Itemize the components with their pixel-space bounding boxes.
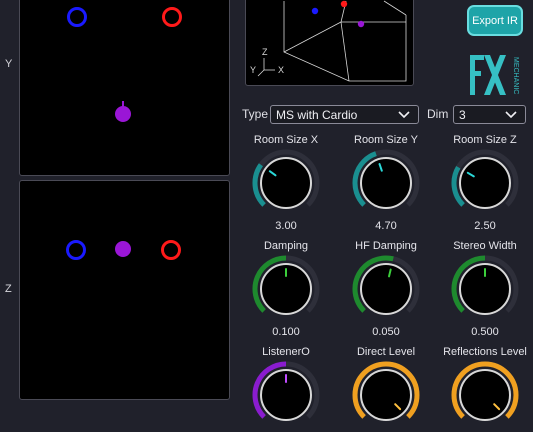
knob-title: Stereo Width: [453, 240, 517, 252]
knob-control: HF Damping 0.050: [336, 240, 436, 338]
brand-logo: MECHANIC: [468, 54, 524, 96]
chevron-down-icon: [505, 111, 517, 119]
knob-dial[interactable]: [252, 361, 320, 429]
knob-control: Stereo Width 0.500: [435, 240, 533, 338]
type-select-value: MS with Cardio: [276, 107, 358, 122]
xz-position-pad[interactable]: [19, 180, 230, 400]
knob-value: 2.50: [474, 220, 496, 232]
logo-side-text: MECHANIC: [512, 57, 519, 94]
xy-position-pad[interactable]: [19, 0, 230, 176]
axis-y-letter: Y: [250, 65, 256, 75]
knob-title: HF Damping: [355, 240, 417, 252]
source-left-dot: [311, 7, 319, 15]
knob-body: [360, 263, 412, 315]
axis-z-letter: Z: [262, 47, 268, 57]
knob-body: [260, 157, 312, 209]
z-axis-label: Z: [5, 283, 12, 295]
listener-marker[interactable]: [115, 106, 131, 122]
knob-control: ListenerO: [236, 346, 336, 432]
knob-control: Direct Level: [336, 346, 436, 432]
knob-title: Reflections Level: [443, 346, 527, 358]
knob-dial[interactable]: [451, 255, 519, 323]
source-right-dot: [340, 0, 348, 8]
knob-control: Room Size Z 2.50: [435, 134, 533, 232]
source-left-marker[interactable]: [66, 240, 86, 260]
knob-value: 0.050: [372, 326, 400, 338]
knob-value: 3.00: [275, 220, 297, 232]
room-3d-view: Z Y X: [245, 0, 414, 86]
source-left-marker[interactable]: [67, 7, 87, 27]
knob-value: 0.500: [471, 326, 499, 338]
knob-body: [459, 157, 511, 209]
knob-dial[interactable]: [252, 255, 320, 323]
type-label: Type: [242, 107, 269, 121]
knob-body: [459, 369, 511, 421]
room-wireframe: Z Y X: [250, 0, 407, 82]
knob-title: Room Size Y: [354, 134, 418, 146]
axis-x-letter: X: [278, 65, 284, 75]
axis-gizmo: [257, 58, 275, 77]
source-right-marker[interactable]: [162, 7, 182, 27]
knob-title: Damping: [263, 240, 309, 252]
knob-body: [360, 157, 412, 209]
knob-title: Room Size Z: [453, 134, 517, 146]
knob-dial[interactable]: [252, 149, 320, 217]
dim-label: Dim: [427, 107, 449, 121]
knob-value: 0.100: [272, 326, 300, 338]
knob-control: Room Size Y 4.70: [336, 134, 436, 232]
dim-select-value: 3: [459, 107, 466, 122]
knob-dial[interactable]: [451, 361, 519, 429]
knob-dial[interactable]: [352, 149, 420, 217]
knob-title: ListenerO: [262, 346, 310, 358]
type-select[interactable]: MS with Cardio: [270, 105, 419, 124]
listener-dot: [357, 20, 365, 28]
knob-title: Direct Level: [356, 346, 416, 358]
export-ir-button[interactable]: Export IR: [467, 5, 523, 36]
knob-dial[interactable]: [352, 255, 420, 323]
source-right-marker[interactable]: [161, 240, 181, 260]
y-axis-label: Y: [5, 58, 13, 70]
listener-marker[interactable]: [115, 241, 131, 257]
listener-direction-tick: [122, 101, 124, 107]
knob-control: Reflections Level: [435, 346, 533, 432]
knob-dial[interactable]: [451, 149, 519, 217]
knob-value: 4.70: [375, 220, 397, 232]
knob-dial[interactable]: [352, 361, 420, 429]
knob-control: Room Size X 3.00: [236, 134, 336, 232]
chevron-down-icon: [398, 111, 410, 119]
dim-select[interactable]: 3: [453, 105, 526, 124]
knob-title: Room Size X: [253, 134, 319, 146]
knob-body: [360, 369, 412, 421]
knob-control: Damping 0.100: [236, 240, 336, 338]
